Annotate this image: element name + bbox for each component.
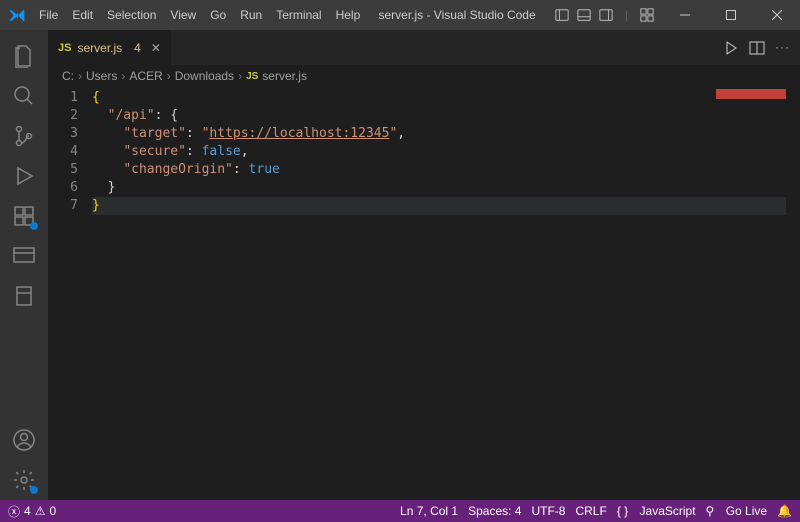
title-bar: File Edit Selection View Go Run Terminal… [0,0,800,30]
js-file-icon: JS [58,42,71,54]
menu-file[interactable]: File [32,0,65,30]
line-number: 1 [48,89,78,107]
code-line[interactable]: "target": "https://localhost:12345", [92,125,800,143]
menu-edit[interactable]: Edit [65,0,100,30]
line-numbers: 1234567 [48,87,92,500]
minimap-error-marker [716,89,786,99]
line-number: 4 [48,143,78,161]
accounts-icon[interactable] [0,420,48,460]
extensions-icon[interactable] [0,196,48,236]
menu-help[interactable]: Help [329,0,368,30]
tabs-bar: JS server.js 4 ✕ ··· [48,30,800,65]
run-file-icon[interactable] [723,40,739,56]
encoding[interactable]: UTF-8 [531,504,565,518]
tab-modified-count: 4 [134,41,141,55]
tab-server-js[interactable]: JS server.js 4 ✕ [48,30,172,65]
minimap[interactable] [706,87,786,500]
minimize-button[interactable] [662,0,708,30]
line-number: 7 [48,197,78,215]
overview-ruler[interactable] [786,87,800,500]
maximize-button[interactable] [708,0,754,30]
run-debug-icon[interactable] [0,156,48,196]
menu-go[interactable]: Go [203,0,233,30]
language-mode[interactable]: { } JavaScript [617,504,696,518]
customize-layout-icon[interactable] [640,8,654,22]
menu-view[interactable]: View [163,0,203,30]
code-line[interactable]: } [92,197,800,215]
more-actions-icon[interactable]: ··· [775,40,790,56]
js-file-icon: JS [246,71,258,82]
activity-bar [0,30,48,500]
notifications-icon[interactable]: 🔔 [777,504,792,518]
broadcast-icon: ⚲ [706,504,715,518]
line-number: 3 [48,125,78,143]
chevron-right-icon: › [121,69,125,83]
problems-button[interactable]: ⓧ 4 ⚠0 [8,503,56,520]
menu-bar: File Edit Selection View Go Run Terminal… [32,0,367,30]
line-number: 2 [48,107,78,125]
layout-controls: | [547,0,662,30]
crumb[interactable]: Downloads [175,69,234,83]
menu-terminal[interactable]: Terminal [269,0,328,30]
code-line[interactable]: { [92,89,800,107]
toggle-panel-right-icon[interactable] [599,8,613,22]
update-badge [30,486,38,494]
chevron-right-icon: › [238,69,242,83]
error-count: 4 [24,504,31,518]
crumb-file[interactable]: server.js [262,69,307,83]
code-line[interactable]: } [92,179,800,197]
warning-icon: ⚠ [35,504,46,518]
toggle-panel-bottom-icon[interactable] [577,8,591,22]
warning-count: 0 [49,504,56,518]
line-number: 5 [48,161,78,179]
toggle-panel-left-icon[interactable] [555,8,569,22]
vscode-logo-icon [0,7,32,24]
split-editor-icon[interactable] [749,40,765,56]
chevron-right-icon: › [78,69,82,83]
code-editor[interactable]: 1234567 { "/api": { "target": "https://l… [48,87,800,500]
cursor-position[interactable]: Ln 7, Col 1 [400,504,458,518]
menu-selection[interactable]: Selection [100,0,163,30]
line-number: 6 [48,179,78,197]
code-line[interactable]: "changeOrigin": true [92,161,800,179]
window-controls [662,0,800,30]
editor-actions: ··· [713,40,800,56]
main-area: JS server.js 4 ✕ ··· C: › Users › ACER › Do… [0,30,800,500]
update-badge [30,222,38,230]
crumb[interactable]: C: [62,69,74,83]
code-line[interactable]: "secure": false, [92,143,800,161]
editor-area: JS server.js 4 ✕ ··· C: › Users › ACER › Do… [48,30,800,500]
code-content[interactable]: { "/api": { "target": "https://localhost… [92,87,800,500]
search-icon[interactable] [0,76,48,116]
crumb[interactable]: Users [86,69,117,83]
tab-name: server.js [77,41,122,55]
menu-run[interactable]: Run [233,0,269,30]
settings-icon[interactable] [0,460,48,500]
go-live-button[interactable]: ⚲ Go Live [706,504,768,518]
bookmark-icon[interactable] [0,276,48,316]
status-bar: ⓧ 4 ⚠0 Ln 7, Col 1 Spaces: 4 UTF-8 CRLF {… [0,500,800,522]
remote-explorer-icon[interactable] [0,236,48,276]
breadcrumbs[interactable]: C: › Users › ACER › Downloads › JS server.js [48,65,800,87]
source-control-icon[interactable] [0,116,48,156]
code-line[interactable]: "/api": { [92,107,800,125]
chevron-right-icon: › [167,69,171,83]
eol[interactable]: CRLF [575,504,606,518]
error-icon: ⓧ [8,503,20,520]
close-tab-icon[interactable]: ✕ [151,41,161,55]
close-button[interactable] [754,0,800,30]
indentation[interactable]: Spaces: 4 [468,504,521,518]
explorer-icon[interactable] [0,36,48,76]
window-title: server.js - Visual Studio Code [367,8,547,22]
separator: | [625,8,628,22]
crumb[interactable]: ACER [129,69,162,83]
